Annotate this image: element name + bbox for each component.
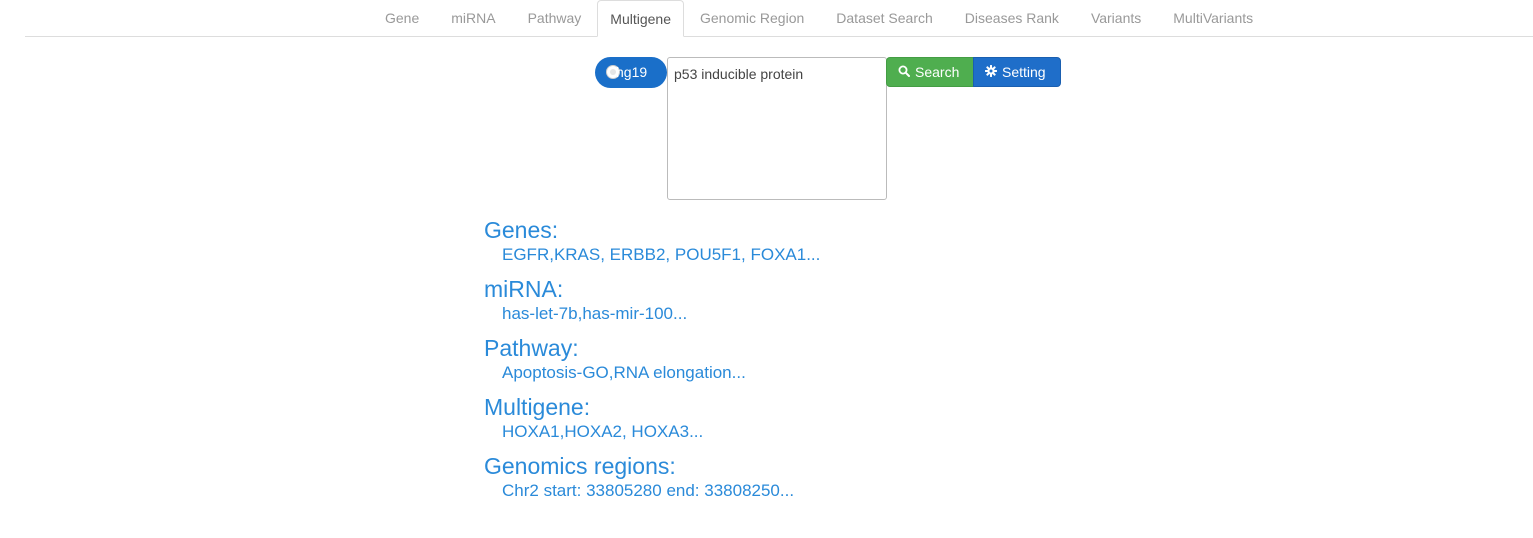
example-pathway: Pathway: Apoptosis-GO,RNA elongation... — [484, 334, 820, 393]
genome-toggle[interactable]: hg19 — [595, 57, 667, 88]
tab-multigene[interactable]: Multigene — [597, 0, 684, 37]
example-title: miRNA: — [484, 276, 564, 302]
example-title: Multigene: — [484, 394, 591, 420]
setting-button-label: Setting — [1002, 64, 1046, 80]
setting-button[interactable]: Setting — [973, 57, 1061, 87]
example-link[interactable]: has-let-7b,has-mir-100... — [484, 303, 820, 325]
example-title: Genomics regions: — [484, 453, 676, 479]
example-title: Genes: — [484, 217, 559, 243]
example-genes: Genes: EGFR,KRAS, ERBB2, POU5F1, FOXA1..… — [484, 216, 820, 275]
tab-variants[interactable]: Variants — [1075, 0, 1157, 36]
examples-list: Genes: EGFR,KRAS, ERBB2, POU5F1, FOXA1..… — [484, 216, 820, 511]
search-button[interactable]: Search — [886, 57, 974, 87]
example-genomic-regions: Genomics regions: Chr2 start: 33805280 e… — [484, 452, 820, 511]
tab-pathway[interactable]: Pathway — [512, 0, 598, 36]
example-link[interactable]: Apoptosis-GO,RNA elongation... — [484, 362, 820, 384]
example-link[interactable]: HOXA1,HOXA2, HOXA3... — [484, 421, 820, 443]
gear-icon — [985, 58, 997, 86]
search-icon — [898, 58, 910, 86]
tab-gene[interactable]: Gene — [369, 0, 435, 36]
example-mirna: miRNA: has-let-7b,has-mir-100... — [484, 275, 820, 334]
tab-multivariants[interactable]: MultiVariants — [1157, 0, 1269, 36]
tab-mirna[interactable]: miRNA — [435, 0, 511, 36]
tab-bar: Gene miRNA Pathway Multigene Genomic Reg… — [369, 0, 1269, 37]
example-title: Pathway: — [484, 335, 579, 361]
tab-genomic-region[interactable]: Genomic Region — [684, 0, 820, 36]
genome-label: hg19 — [616, 64, 648, 80]
example-multigene: Multigene: HOXA1,HOXA2, HOXA3... — [484, 393, 820, 452]
example-link[interactable]: Chr2 start: 33805280 end: 33808250... — [484, 480, 820, 502]
example-link[interactable]: EGFR,KRAS, ERBB2, POU5F1, FOXA1... — [484, 244, 820, 266]
query-input[interactable]: p53 inducible protein — [667, 57, 887, 200]
tab-diseases-rank[interactable]: Diseases Rank — [949, 0, 1075, 36]
search-button-label: Search — [915, 64, 960, 80]
tab-dataset-search[interactable]: Dataset Search — [820, 0, 949, 36]
